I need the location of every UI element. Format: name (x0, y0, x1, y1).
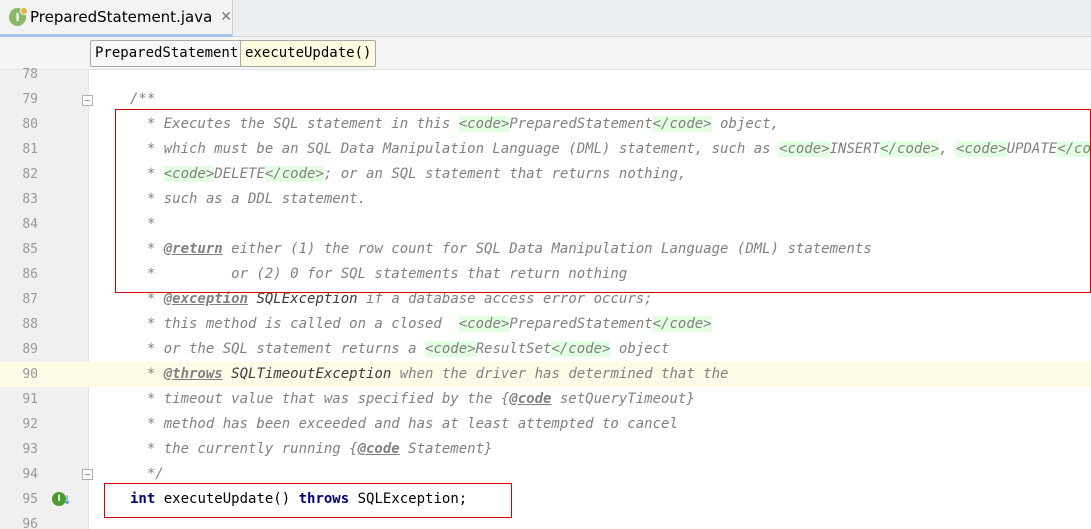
line-number[interactable]: 88 (0, 312, 38, 337)
go-to-implementation-icon[interactable]: ↓ (62, 494, 72, 506)
code-token: <code> (425, 341, 476, 357)
code-token: </code> (551, 341, 611, 357)
code-token: * (130, 291, 164, 307)
line-number[interactable]: 83 (0, 187, 38, 212)
line-number[interactable]: 78 (0, 62, 38, 87)
code-token: @code (509, 391, 552, 407)
fold-icon[interactable] (82, 95, 93, 106)
code-token: SQLException (256, 291, 358, 307)
tab-prepared-statement[interactable]: I PreparedStatement.java ✕ (0, 0, 233, 37)
line-number[interactable]: 95 (0, 487, 38, 512)
code-token: */ (130, 466, 164, 482)
code-line[interactable]: 89 * or the SQL statement returns a <cod… (0, 337, 1091, 362)
code-token: * the currently running { (130, 441, 358, 457)
line-number[interactable]: 96 (0, 512, 38, 529)
code-token: * method has been exceeded and has at le… (130, 416, 678, 432)
code-text[interactable]: * @throws SQLTimeoutException when the d… (130, 362, 729, 387)
interface-icon: I (9, 7, 28, 26)
editor-tab-bar: I PreparedStatement.java ✕ (0, 0, 1091, 37)
code-token: object (610, 341, 670, 357)
code-token: @throws (163, 366, 223, 382)
code-token: <code> (458, 316, 510, 332)
line-number[interactable]: 93 (0, 437, 38, 462)
code-line[interactable]: 90 * @throws SQLTimeoutException when th… (0, 362, 1091, 387)
code-token: * (130, 366, 164, 382)
code-token: @code (357, 441, 400, 457)
code-token: setQueryTimeout} (551, 391, 695, 407)
tab-label: PreparedStatement.java (29, 8, 213, 26)
code-token: Statement} (399, 441, 493, 457)
line-number[interactable]: 85 (0, 237, 38, 262)
code-text[interactable]: * the currently running {@code Statement… (130, 437, 493, 462)
code-token: SQLTimeoutException (231, 366, 392, 382)
javadoc-highlight-box (115, 109, 1091, 293)
line-number[interactable]: 90 (0, 362, 38, 387)
code-token: * timeout value that was specified by th… (130, 391, 510, 407)
code-token: /** (130, 91, 156, 107)
code-line[interactable]: 91 * timeout value that was specified by… (0, 387, 1091, 412)
code-token: if a database access error occurs; (357, 291, 653, 307)
method-signature-highlight-box (104, 483, 512, 518)
line-number[interactable]: 89 (0, 337, 38, 362)
code-line[interactable]: 78 (0, 62, 1091, 87)
line-number[interactable]: 91 (0, 387, 38, 412)
code-token: </code> (652, 316, 712, 332)
line-number[interactable]: 81 (0, 137, 38, 162)
close-icon[interactable]: ✕ (220, 9, 232, 25)
line-number[interactable]: 94 (0, 462, 38, 487)
fold-icon[interactable] (82, 469, 93, 480)
line-number[interactable]: 79 (0, 87, 38, 112)
line-number[interactable]: 86 (0, 262, 38, 287)
code-line[interactable]: 92 * method has been exceeded and has at… (0, 412, 1091, 437)
code-text[interactable]: * or the SQL statement returns a <code>R… (130, 337, 669, 362)
line-number[interactable]: 92 (0, 412, 38, 437)
line-number[interactable]: 84 (0, 212, 38, 237)
code-token: when the driver has determined that the (391, 366, 729, 382)
code-token: @exception (163, 291, 249, 307)
code-text[interactable]: * method has been exceeded and has at le… (130, 412, 678, 437)
code-token: * or the SQL statement returns a (130, 341, 426, 357)
code-token: PreparedStatement (509, 316, 653, 332)
line-number[interactable]: 82 (0, 162, 38, 187)
code-text[interactable]: * timeout value that was specified by th… (130, 387, 695, 412)
line-number[interactable]: 80 (0, 112, 38, 137)
code-line[interactable]: 93 * the currently running {@code Statem… (0, 437, 1091, 462)
line-number[interactable]: 87 (0, 287, 38, 312)
code-token: ResultSet (475, 341, 552, 357)
code-line[interactable]: 88 * this method is called on a closed <… (0, 312, 1091, 337)
code-token: * this method is called on a closed (130, 316, 459, 332)
code-text[interactable]: * this method is called on a closed <cod… (130, 312, 712, 337)
